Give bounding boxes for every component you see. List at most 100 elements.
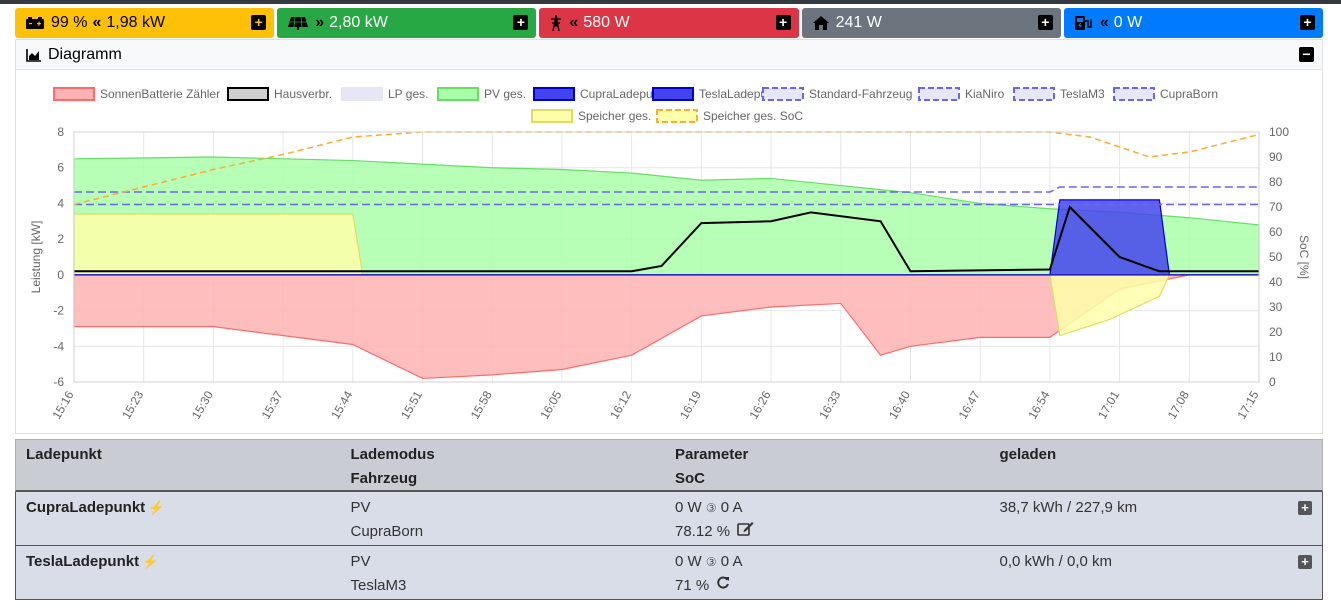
legend-swatch (53, 87, 95, 101)
x-tick: 17:01 (1095, 388, 1122, 421)
y-tick-right: 0 (1269, 375, 1276, 389)
expand-grid-button[interactable]: + (775, 15, 791, 30)
collapse-diagram-button[interactable]: − (1299, 47, 1314, 62)
vehicle-name[interactable]: CupraBorn (351, 520, 666, 544)
grid-power: 580 W (583, 14, 630, 31)
battery-status[interactable]: 99 % « 1,98 kW + (15, 8, 275, 38)
charged-energy: 38,7 kWh / 227,9 km (999, 499, 1138, 516)
charged-energy: 0,0 kWh / 0,0 km (999, 553, 1113, 570)
x-tick: 16:54 (1025, 388, 1052, 421)
legend-swatch (341, 87, 383, 101)
legend-label: TeslaM3 (1060, 87, 1105, 101)
header-geladen: geladen (999, 446, 1057, 463)
x-tick: 16:33 (816, 388, 843, 421)
legend-swatch (533, 87, 575, 101)
x-tick: 16:40 (886, 388, 913, 421)
y-tick-right: 40 (1269, 275, 1283, 289)
x-tick: 15:44 (328, 388, 355, 421)
expand-row-button[interactable]: + (1297, 501, 1312, 515)
y-tick-left: 0 (57, 268, 64, 282)
solar-panel-icon (287, 16, 309, 30)
grid-status[interactable]: « 580 W + (539, 8, 799, 38)
x-tick: 15:30 (189, 388, 216, 421)
legend-label: Standard-Fahrzeug (809, 87, 912, 101)
header-lademodus: Lademodus (350, 446, 435, 463)
expand-row-button[interactable]: + (1297, 555, 1312, 569)
y-tick-right: 80 (1269, 175, 1283, 189)
table-header: Ladepunkt Lademodus Fahrzeug Parameter SoC… (15, 439, 1323, 492)
plug-icon: ⚡ (148, 500, 165, 515)
y-tick-right: 60 (1269, 225, 1283, 239)
phases-icon: ③ (705, 555, 717, 569)
status-bar: 99 % « 1,98 kW + » 2,80 kW + « 580 W + 2… (15, 8, 1324, 38)
x-tick: 17:15 (1234, 388, 1261, 421)
y-tick-left: 8 (57, 125, 64, 139)
vehicle-soc: 71 % (675, 577, 710, 594)
legend-label: Speicher ges. (578, 109, 651, 123)
charging-status[interactable]: « 0 W + (1063, 8, 1324, 38)
y-tick-left: -4 (53, 339, 64, 353)
y-tick-left: 2 (57, 232, 64, 246)
x-tick: 15:58 (468, 388, 495, 421)
y-tick-right: 10 (1269, 350, 1283, 364)
expand-battery-button[interactable]: + (251, 15, 267, 30)
legend-swatch (656, 109, 698, 123)
area-chart-icon (26, 48, 42, 62)
double-right-icon: » (315, 14, 325, 31)
y-axis-label-left: Leistung [kW] (29, 221, 43, 294)
double-left-icon: « (92, 14, 102, 31)
diagram-title: Diagramm (48, 45, 122, 63)
legend-swatch (1013, 87, 1055, 101)
charging-station-icon (1074, 15, 1094, 31)
battery-soc: 99 % (51, 14, 88, 31)
y-tick-left: 6 (57, 161, 64, 175)
legend-swatch (762, 87, 804, 101)
expand-pv-button[interactable]: + (513, 15, 529, 30)
expand-house-button[interactable]: + (1037, 15, 1053, 30)
x-tick: 16:19 (677, 388, 704, 421)
legend-label: PV ges. (484, 87, 526, 101)
header-soc: SoC (675, 470, 705, 487)
phases-icon: ③ (705, 501, 717, 515)
legend-swatch (918, 87, 960, 101)
y-tick-right: 100 (1269, 125, 1289, 139)
refresh-icon[interactable] (716, 574, 730, 598)
y-tick-left: -2 (53, 304, 64, 318)
legend-swatch (227, 87, 269, 101)
home-icon (812, 15, 830, 31)
table-row[interactable]: TeslaLadepunkt ⚡ PV TeslaM3 0 W ③ 0 A 71 %… (15, 546, 1323, 600)
energy-chart: SonnenBatterie Zähler Hausverbr. LP ges. PV… (29, 87, 1311, 422)
legend-swatch (437, 87, 479, 101)
double-left-icon: « (1099, 14, 1109, 31)
vehicle-name[interactable]: TeslaM3 (351, 574, 666, 598)
house-status[interactable]: 241 W + (801, 8, 1061, 38)
y-tick-left: -6 (53, 375, 64, 389)
edit-icon[interactable] (737, 520, 754, 544)
x-tick: 15:37 (259, 388, 286, 421)
legend-label: Speicher ges. SoC (703, 109, 803, 123)
charge-mode[interactable]: PV (351, 496, 666, 520)
charge-mode[interactable]: PV (351, 550, 666, 574)
param-current: 0 A (720, 499, 743, 516)
table-row[interactable]: CupraLadepunkt ⚡ PV CupraBorn 0 W ③ 0 A 78… (15, 492, 1323, 546)
x-tick: 17:08 (1165, 388, 1192, 421)
house-power: 241 W (835, 14, 882, 31)
y-tick-right: 50 (1269, 250, 1283, 264)
charge-power: 0 W (1113, 14, 1143, 31)
pv-status[interactable]: » 2,80 kW + (277, 8, 537, 38)
y-tick-right: 70 (1269, 200, 1283, 214)
chargepoint-name: CupraLadepunkt (26, 499, 146, 516)
x-tick: 16:47 (956, 388, 983, 421)
x-tick: 15:23 (119, 388, 146, 421)
expand-charging-button[interactable]: + (1300, 15, 1316, 30)
x-tick: 15:51 (398, 388, 425, 421)
param-power: 0 W (675, 553, 702, 570)
legend-label: CupraBorn (1160, 87, 1218, 101)
x-tick: 16:12 (607, 388, 634, 421)
power-tower-icon (549, 15, 563, 31)
plug-icon: ⚡ (142, 554, 159, 569)
x-tick: 16:26 (747, 388, 774, 421)
x-tick: 15:16 (49, 388, 76, 421)
diagram-card: Diagramm − SonnenBatterie Zähler Hausverb… (15, 39, 1323, 434)
diagram-header[interactable]: Diagramm − (16, 40, 1322, 70)
